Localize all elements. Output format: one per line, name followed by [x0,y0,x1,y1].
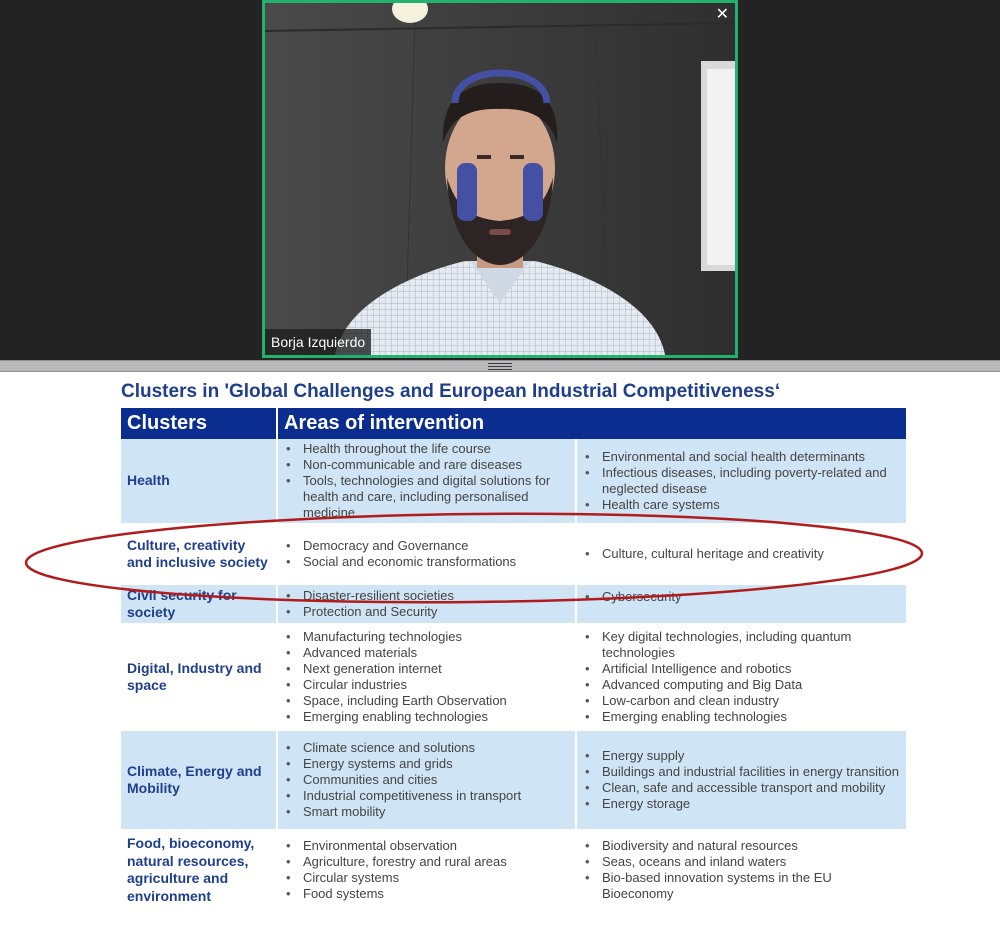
cluster-name: Digital, Industry and space [121,625,278,731]
area-item: Climate science and solutions [286,740,569,756]
area-item: Circular systems [286,870,569,886]
cluster-name: Food, bioeconomy, natural resources, agr… [121,831,278,911]
pane-splitter[interactable] [0,360,1000,372]
areas-right: Energy supplyBuildings and industrial fa… [577,731,906,831]
areas-left: Environmental observationAgriculture, fo… [278,831,577,911]
area-item: Democracy and Governance [286,538,569,554]
areas-right: Environmental and social health determin… [577,439,906,525]
table-row: Civil security for society Disaster-resi… [121,585,906,625]
area-item: Infectious diseases, including poverty-r… [585,465,900,497]
area-item: Industrial competitiveness in transport [286,788,569,804]
header-areas: Areas of intervention [278,408,906,439]
clusters-table: Clusters Areas of intervention Health He… [121,408,906,911]
area-item: Bio-based innovation systems in the EU B… [585,870,900,902]
area-item: Non-communicable and rare diseases [286,457,569,473]
areas-left: Climate science and solutionsEnergy syst… [278,731,577,831]
participant-video-tile[interactable]: ✕ Borja Izquierdo [262,0,738,358]
area-item: Emerging enabling technologies [585,709,900,725]
area-item: Next generation internet [286,661,569,677]
area-item: Social and economic transformations [286,554,569,570]
area-item: Advanced computing and Big Data [585,677,900,693]
area-item: Health throughout the life course [286,441,569,457]
table-row: Climate, Energy and Mobility Climate sci… [121,731,906,831]
participant-name: Borja Izquierdo [271,334,366,350]
area-item: Protection and Security [286,604,569,620]
cluster-name: Health [121,439,278,525]
areas-left: Health throughout the life courseNon-com… [278,439,577,525]
area-item: Communities and cities [286,772,569,788]
area-item: Tools, technologies and digital solution… [286,473,569,521]
area-item: Artificial Intelligence and robotics [585,661,900,677]
areas-right: Cybersecurity [577,585,906,625]
area-item: Energy systems and grids [286,756,569,772]
areas-right: Biodiversity and natural resourcesSeas, … [577,831,906,911]
table-row: Food, bioeconomy, natural resources, agr… [121,831,906,911]
area-item: Space, including Earth Observation [286,693,569,709]
area-item: Seas, oceans and inland waters [585,854,900,870]
table-row: Culture, creativity and inclusive societ… [121,525,906,585]
area-item: Environmental observation [286,838,569,854]
area-item: Clean, safe and accessible transport and… [585,780,900,796]
table-row: Digital, Industry and space Manufacturin… [121,625,906,731]
areas-left: Manufacturing technologiesAdvanced mater… [278,625,577,731]
area-item: Key digital technologies, including quan… [585,629,900,661]
area-item: Agriculture, forestry and rural areas [286,854,569,870]
areas-left: Disaster-resilient societiesProtection a… [278,585,577,625]
area-item: Disaster-resilient societies [286,588,569,604]
header-clusters: Clusters [121,408,278,439]
cluster-name: Climate, Energy and Mobility [121,731,278,831]
area-item: Advanced materials [286,645,569,661]
area-item: Culture, cultural heritage and creativit… [585,546,900,562]
participant-name-tag: Borja Izquierdo [265,329,372,355]
area-item: Cybersecurity [585,589,900,605]
area-item: Energy storage [585,796,900,812]
cluster-name: Civil security for society [121,585,278,625]
area-item: Smart mobility [286,804,569,820]
drag-handle-icon[interactable] [488,363,512,370]
video-area: ✕ Borja Izquierdo [0,0,1000,360]
area-item: Biodiversity and natural resources [585,838,900,854]
area-item: Circular industries [286,677,569,693]
area-item: Low-carbon and clean industry [585,693,900,709]
area-item: Food systems [286,886,569,902]
area-item: Environmental and social health determin… [585,449,900,465]
cluster-name: Culture, creativity and inclusive societ… [121,525,278,585]
slide-title: Clusters in 'Global Challenges and Europ… [121,381,781,402]
table-row: Health Health throughout the life course… [121,439,906,525]
area-item: Health care systems [585,497,900,513]
area-item: Manufacturing technologies [286,629,569,645]
table-header-row: Clusters Areas of intervention [121,408,906,439]
close-video-button[interactable]: ✕ [716,5,729,23]
area-item: Energy supply [585,748,900,764]
shared-slide: Clusters in 'Global Challenges and Europ… [0,372,1000,936]
area-item: Emerging enabling technologies [286,709,569,725]
participant-video [265,3,735,355]
areas-left: Democracy and GovernanceSocial and econo… [278,525,577,585]
areas-right: Culture, cultural heritage and creativit… [577,525,906,585]
areas-right: Key digital technologies, including quan… [577,625,906,731]
area-item: Buildings and industrial facilities in e… [585,764,900,780]
